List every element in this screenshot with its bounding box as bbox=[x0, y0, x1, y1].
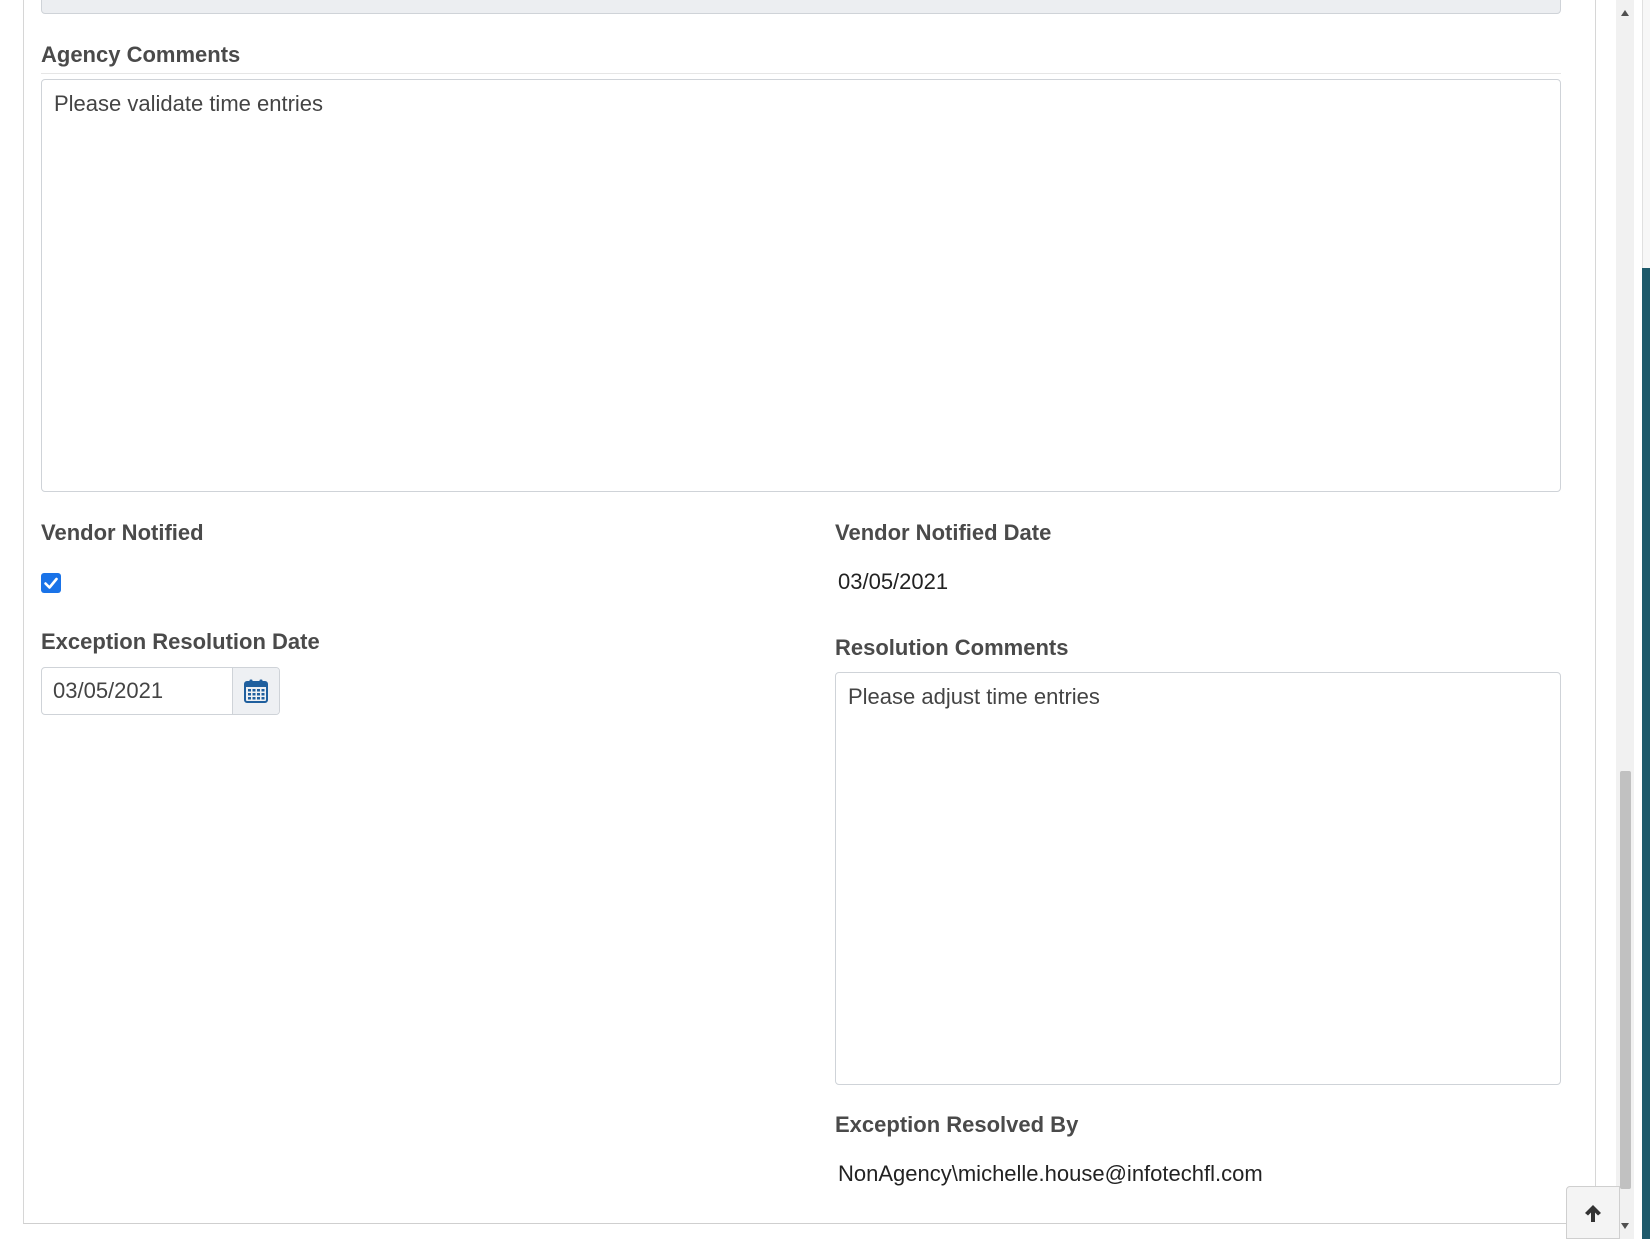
window-edge-accent bbox=[1642, 268, 1650, 1239]
calendar-button[interactable] bbox=[232, 668, 279, 714]
resolution-comments-textarea[interactable]: Please adjust time entries bbox=[835, 672, 1561, 1085]
exception-resolution-date-field: 03/05/2021 bbox=[41, 667, 280, 715]
calendar-icon bbox=[244, 679, 268, 703]
back-to-top-button[interactable] bbox=[1566, 1186, 1620, 1239]
agency-comments-label: Agency Comments bbox=[41, 42, 241, 67]
exception-resolution-date-input[interactable]: 03/05/2021 bbox=[42, 668, 232, 714]
agency-comments-textarea[interactable]: Please validate time entries bbox=[41, 79, 1561, 492]
arrow-up-icon bbox=[1585, 1204, 1601, 1222]
scrollbar-thumb[interactable] bbox=[1620, 771, 1631, 1189]
exception-resolved-by-value: NonAgency\michelle.house@infotechfl.com bbox=[838, 1161, 1263, 1186]
exception-resolution-date-label: Exception Resolution Date bbox=[41, 629, 320, 654]
checkmark-icon bbox=[44, 577, 58, 589]
scroll-up-arrow-icon[interactable] bbox=[1616, 4, 1634, 22]
window-edge bbox=[1642, 0, 1650, 268]
vendor-notified-label: Vendor Notified bbox=[41, 520, 204, 545]
divider bbox=[41, 73, 1561, 74]
vendor-notified-date-value: 03/05/2021 bbox=[838, 569, 949, 594]
previous-field-bottom bbox=[41, 0, 1561, 14]
resolution-comments-label: Resolution Comments bbox=[835, 635, 1069, 660]
exception-resolved-by-label: Exception Resolved By bbox=[835, 1112, 1079, 1137]
vendor-notified-checkbox[interactable] bbox=[41, 573, 61, 593]
vendor-notified-date-label: Vendor Notified Date bbox=[835, 520, 1052, 545]
